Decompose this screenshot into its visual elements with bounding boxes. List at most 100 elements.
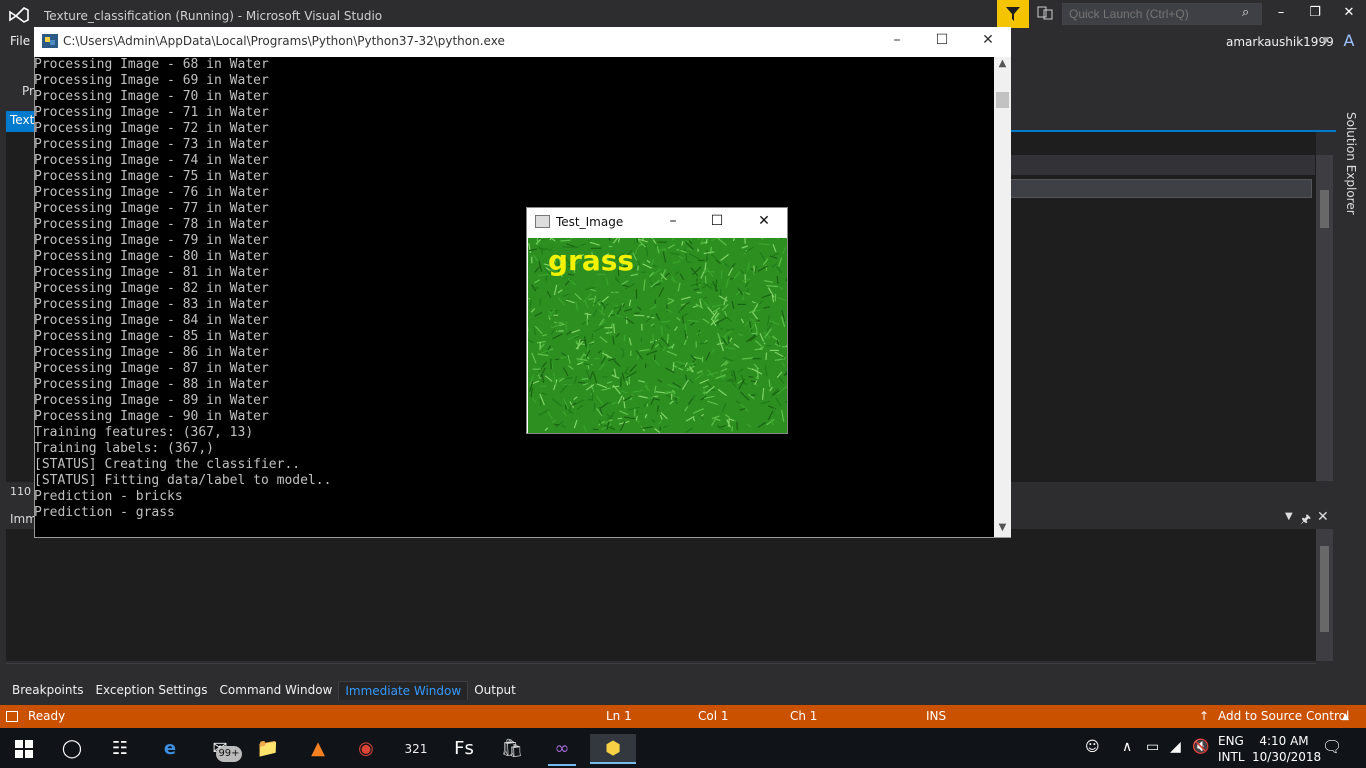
vs-minimize-button[interactable]: – xyxy=(1266,5,1296,25)
tab-command-window[interactable]: Command Window xyxy=(214,681,339,699)
user-avatar[interactable]: A xyxy=(1338,31,1360,53)
volume-muted-icon[interactable]: 🔇 xyxy=(1192,739,1209,755)
console-line: Prediction - grass xyxy=(34,505,175,520)
add-to-source-control[interactable]: Add to Source Control xyxy=(1218,709,1349,723)
tab-exception-settings[interactable]: Exception Settings xyxy=(89,681,213,699)
active-indicator xyxy=(548,764,576,766)
immediate-hscrollbar[interactable] xyxy=(6,663,1316,675)
python-console-title: C:\Users\Admin\AppData\Local\Programs\Py… xyxy=(63,34,505,48)
project-label: Pr xyxy=(22,84,34,98)
feedback-icon[interactable] xyxy=(1034,5,1056,25)
status-column: Col 1 xyxy=(698,709,729,723)
console-line: Processing Image - 89 in Water xyxy=(34,393,269,408)
tab-breakpoints[interactable]: Breakpoints xyxy=(6,681,89,699)
console-maximize-button[interactable]: ☐ xyxy=(928,32,956,52)
status-ready: Ready xyxy=(28,709,66,723)
battery-icon[interactable]: ▭ xyxy=(1146,739,1159,755)
console-line: Processing Image - 83 in Water xyxy=(34,297,269,312)
console-line: Processing Image - 70 in Water xyxy=(34,89,269,104)
console-output: Processing Image - 68 in Water Processing… xyxy=(34,57,994,537)
fs-app-icon[interactable]: Fs xyxy=(444,734,484,764)
vlc-icon[interactable]: ▲ xyxy=(298,734,338,764)
search-icon[interactable]: ⌕ xyxy=(1242,5,1249,20)
clock-date: 10/30/2018 xyxy=(1252,750,1322,764)
scroll-up-icon[interactable]: ▲ xyxy=(994,58,1011,72)
console-scrollbar[interactable] xyxy=(994,57,1011,537)
menu-file[interactable]: File xyxy=(10,34,30,48)
language-code: ENG xyxy=(1218,734,1244,748)
console-line: Processing Image - 85 in Water xyxy=(34,329,269,344)
console-line: Processing Image - 87 in Water xyxy=(34,361,269,376)
console-line: Processing Image - 90 in Water xyxy=(34,409,269,424)
vs-close-button[interactable]: ✕ xyxy=(1334,5,1364,25)
python-taskbar-icon[interactable]: ⬢ xyxy=(590,734,636,764)
pin-icon[interactable]: 🖈 xyxy=(1300,510,1311,531)
status-char: Ch 1 xyxy=(790,709,818,723)
image-maximize-button[interactable]: ☐ xyxy=(706,213,728,231)
zoom-level[interactable]: 110 xyxy=(10,485,31,498)
windows-start-icon[interactable] xyxy=(4,734,44,764)
calendar-icon[interactable]: 321 xyxy=(396,734,436,764)
console-line: Processing Image - 73 in Water xyxy=(34,137,269,152)
keyboard-layout: INTL xyxy=(1218,750,1245,764)
tab-immediate-window[interactable]: Immediate Window xyxy=(338,680,469,700)
visual-studio-taskbar-icon[interactable]: ∞ xyxy=(542,734,582,764)
tab-output[interactable]: Output xyxy=(468,681,522,699)
console-line: Processing Image - 79 in Water xyxy=(34,233,269,248)
filter-icon[interactable] xyxy=(997,0,1029,28)
chevron-up-icon[interactable]: ▲ xyxy=(1342,712,1349,722)
system-clock[interactable]: 4:10 AM 10/30/2018 xyxy=(1252,733,1322,765)
people-icon[interactable]: ☺ xyxy=(1085,739,1100,755)
edge-browser-icon[interactable]: e xyxy=(150,734,190,764)
console-line: Processing Image - 81 in Water xyxy=(34,265,269,280)
console-line: Processing Image - 68 in Water xyxy=(34,57,269,72)
image-close-button[interactable]: ✕ xyxy=(753,213,775,231)
scroll-down-icon[interactable]: ▼ xyxy=(994,522,1011,536)
console-scroll-thumb[interactable] xyxy=(996,92,1009,108)
store-icon[interactable]: 🛍 xyxy=(492,734,532,764)
python-icon xyxy=(42,34,58,48)
solution-explorer-tab[interactable]: Solution Explorer xyxy=(1342,112,1358,215)
status-insert-mode: INS xyxy=(926,709,947,723)
test-image-title: Test_Image xyxy=(556,215,624,229)
document-tab[interactable]: Text xyxy=(6,111,36,131)
console-line: Training labels: (367,) xyxy=(34,441,215,456)
console-line: Processing Image - 77 in Water xyxy=(34,201,269,216)
immediate-scroll-thumb[interactable] xyxy=(1320,546,1329,632)
output-window-icon xyxy=(6,711,18,722)
chevron-down-icon[interactable]: ▼ xyxy=(1322,36,1329,46)
console-line: Processing Image - 82 in Water xyxy=(34,281,269,296)
tool-window-tabs: Breakpoints Exception Settings Command W… xyxy=(0,678,1366,702)
chrome-icon[interactable]: ◉ xyxy=(346,734,386,764)
file-explorer-icon[interactable]: 📁 xyxy=(248,734,288,764)
arrow-up-icon[interactable]: ↑ xyxy=(1199,709,1209,723)
console-line: Processing Image - 80 in Water xyxy=(34,249,269,264)
console-line: Processing Image - 74 in Water xyxy=(34,153,269,168)
editor-scroll-thumb[interactable] xyxy=(1320,190,1329,228)
console-line: Processing Image - 69 in Water xyxy=(34,73,269,88)
task-view-icon[interactable]: ☷ xyxy=(100,734,140,764)
status-line: Ln 1 xyxy=(606,709,632,723)
wifi-icon[interactable]: ◢ xyxy=(1170,739,1181,755)
quick-launch-input[interactable] xyxy=(1062,3,1262,25)
user-name[interactable]: amarkaushik1999 xyxy=(1226,35,1334,49)
console-line: [STATUS] Creating the classifier.. xyxy=(34,457,301,472)
prediction-label: grass xyxy=(548,244,635,277)
cortana-icon[interactable]: ◯ xyxy=(52,734,92,764)
console-minimize-button[interactable]: – xyxy=(883,32,911,52)
editor-nav-dropdown[interactable] xyxy=(1010,179,1312,198)
language-indicator[interactable]: ENG INTL xyxy=(1218,733,1245,765)
chevron-up-icon[interactable]: ∧ xyxy=(1122,739,1132,755)
immediate-window-body[interactable] xyxy=(6,529,1316,661)
image-minimize-button[interactable]: – xyxy=(662,213,684,231)
close-icon[interactable]: ✕ xyxy=(1317,509,1329,525)
vs-restore-button[interactable]: ❐ xyxy=(1300,5,1330,25)
editor-nav-bar[interactable] xyxy=(1010,155,1315,175)
console-line: Processing Image - 88 in Water xyxy=(34,377,269,392)
chevron-down-icon[interactable]: ▼ xyxy=(1285,511,1293,522)
editor-hscrollbar[interactable] xyxy=(1010,485,1315,497)
console-line: Training features: (367, 13) xyxy=(34,425,254,440)
action-center-icon[interactable]: 🗨 xyxy=(1322,737,1342,756)
clock-time: 4:10 AM xyxy=(1259,734,1309,748)
console-close-button[interactable]: ✕ xyxy=(974,32,1002,52)
